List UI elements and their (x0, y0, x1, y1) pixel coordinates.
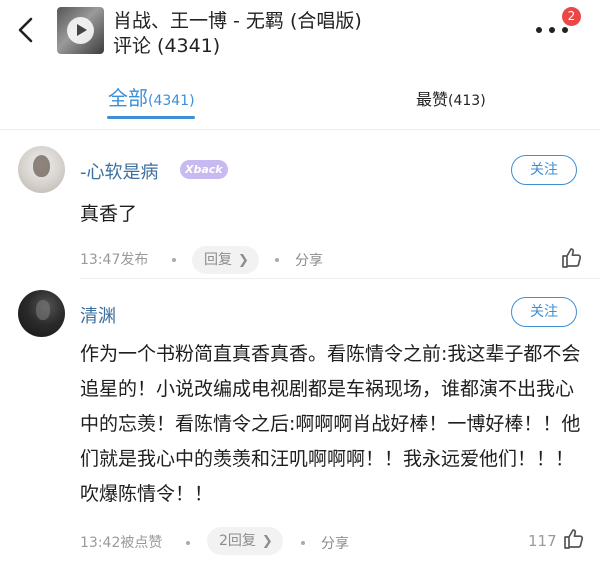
tab-all[interactable]: 全部(4341) (108, 82, 195, 111)
follow-button[interactable]: 关注 (511, 297, 577, 327)
separator-dot (172, 258, 176, 262)
reply-button[interactable]: 回复 ❯ (192, 246, 259, 274)
comment-time: 13:47发布 (80, 252, 149, 268)
share-button[interactable]: 分享 (321, 533, 349, 553)
avatar[interactable] (18, 146, 65, 193)
chevron-left-icon (18, 17, 33, 43)
separator-dot (301, 541, 305, 545)
separator-dot (186, 541, 190, 545)
share-button[interactable]: 分享 (295, 250, 323, 270)
tab-most-liked[interactable]: 最赞(413) (416, 86, 486, 110)
comment-time: 13:42被点赞 (80, 535, 163, 551)
notification-badge: 2 (562, 7, 581, 26)
comment-tabs: 全部(4341) 最赞(413) (0, 62, 600, 130)
avatar[interactable] (18, 290, 65, 337)
comment-divider (80, 278, 600, 279)
chevron-right-icon: ❯ (261, 534, 273, 549)
reply-label: 2回复 (219, 533, 256, 549)
comment-count-title: 评论 (4341) (113, 35, 221, 57)
tab-all-count: (4341) (148, 93, 195, 109)
back-button[interactable] (10, 13, 44, 47)
comment-text: 作为一个书粉简直真香真香。看陈情令之前:我这辈子都不会追星的！小说改编成电视剧都… (80, 343, 581, 505)
song-title: 肖战、王一博 - 无羁 (合唱版) (113, 10, 362, 32)
like-button[interactable] (562, 527, 586, 551)
comment-text: 真香了 (80, 203, 138, 225)
follow-button[interactable]: 关注 (511, 155, 577, 185)
header-bar: 肖战、王一博 - 无羁 (合唱版) 评论 (4341) 2 (0, 0, 600, 62)
comment-username[interactable]: -心软是病 (80, 158, 159, 184)
comment-username[interactable]: 清渊 (80, 302, 116, 328)
reply-button[interactable]: 2回复 ❯ (207, 527, 283, 555)
separator-dot (275, 258, 279, 262)
like-count: 117 (528, 532, 557, 550)
user-badge: Xback (180, 160, 228, 179)
thumbs-up-icon (564, 529, 584, 549)
play-icon (67, 17, 94, 44)
reply-label: 回复 (204, 252, 232, 268)
tab-all-label: 全部 (108, 86, 148, 110)
active-tab-indicator (107, 116, 195, 119)
thumbs-up-icon (562, 248, 582, 268)
chevron-right-icon: ❯ (238, 253, 249, 268)
like-button[interactable] (560, 246, 584, 270)
tab-most-liked-count: (413) (448, 93, 486, 109)
tab-most-liked-label: 最赞 (416, 90, 449, 109)
song-cover[interactable] (57, 7, 104, 54)
